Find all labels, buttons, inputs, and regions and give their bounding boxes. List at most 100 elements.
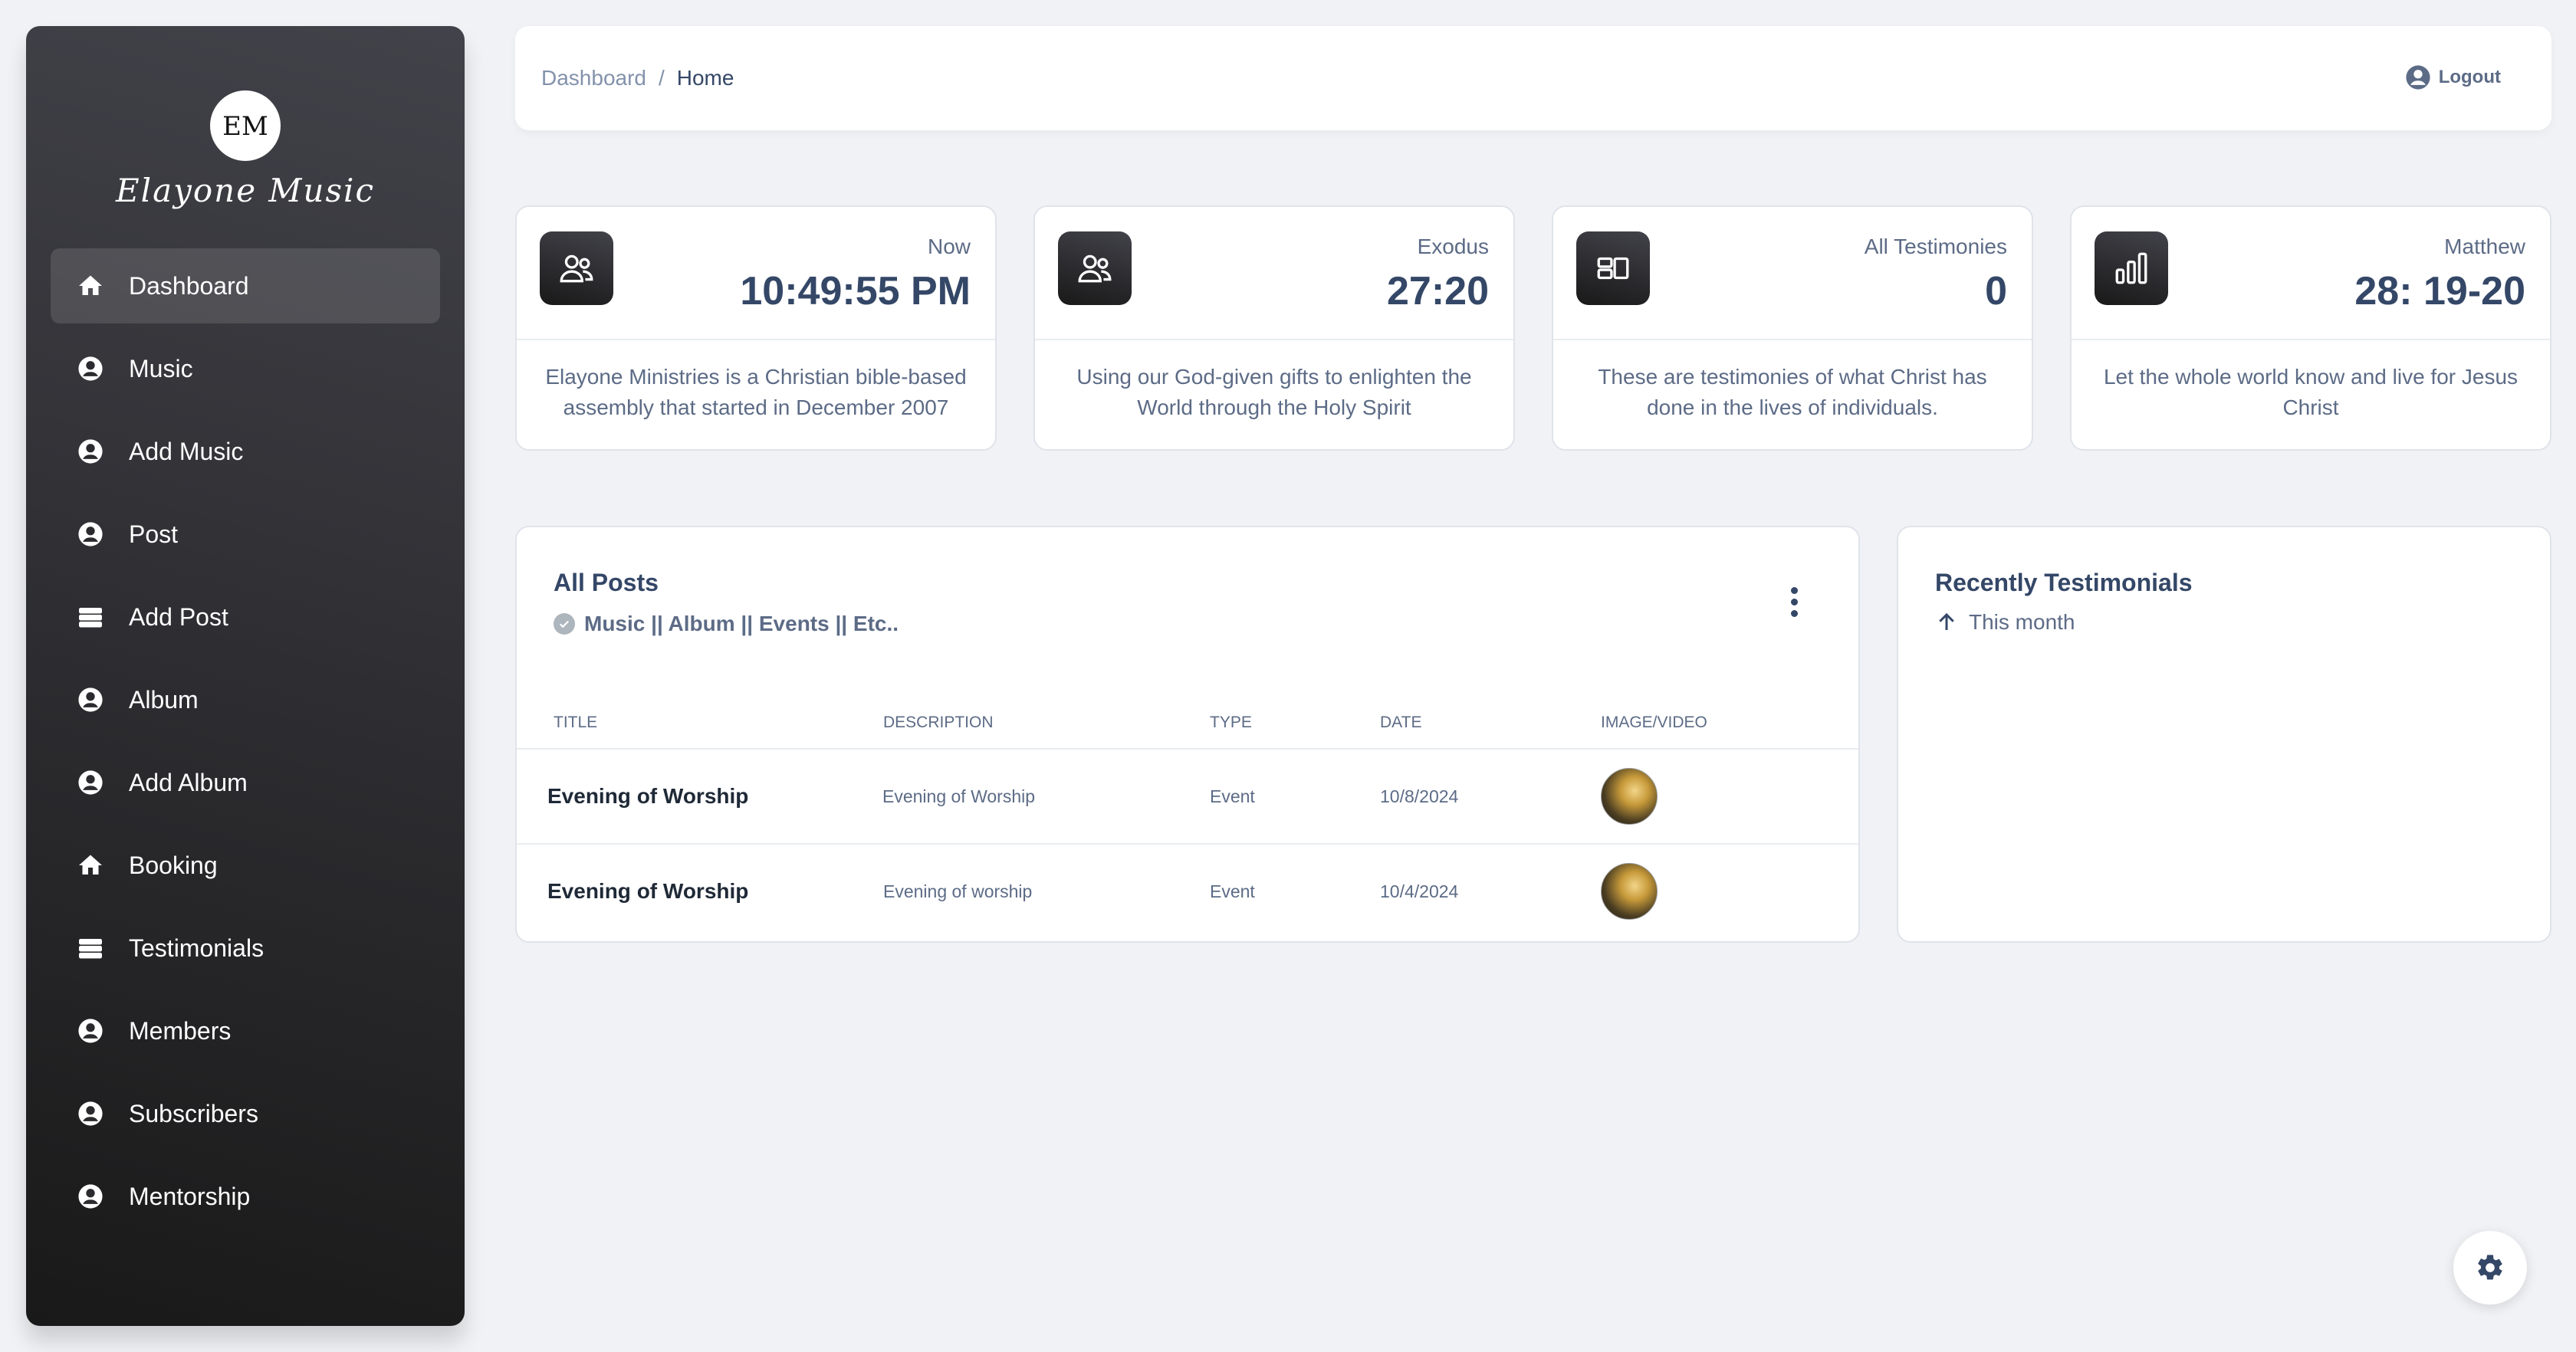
table-header-row: TITLE DESCRIPTION TYPE DATE IMAGE/VIDEO xyxy=(517,697,1858,750)
breadcrumb-parent[interactable]: Dashboard xyxy=(541,66,646,90)
logout-label: Logout xyxy=(2438,67,2501,87)
sidebar-item-add-album[interactable]: Add Album xyxy=(51,745,440,820)
post-description: Evening of worship xyxy=(883,881,1033,901)
stat-label: All Testimonies xyxy=(1864,235,2007,258)
user-circle-icon xyxy=(75,353,106,384)
settings-button[interactable] xyxy=(2453,1231,2527,1304)
sidebar-item-label: Dashboard xyxy=(129,271,249,300)
sidebar-item-label: Add Album xyxy=(129,768,248,796)
sidebar-item-add-music[interactable]: Add Music xyxy=(51,414,440,489)
column-header: DESCRIPTION xyxy=(882,697,1209,750)
post-date: 10/4/2024 xyxy=(1380,881,1459,901)
sidebar-item-label: Music xyxy=(129,354,193,382)
user-circle-icon xyxy=(75,1181,106,1212)
sidebar-item-music[interactable]: Music xyxy=(51,331,440,406)
divider xyxy=(1553,339,2032,340)
posts-subtitle-text: Music || Album || Events || Etc.. xyxy=(584,612,899,635)
top-navbar: Dashboard / Home Logout xyxy=(515,26,2551,130)
stat-label: Exodus xyxy=(1417,235,1489,258)
brand-name: Elayone Music xyxy=(116,172,375,209)
post-thumbnail[interactable] xyxy=(1601,863,1658,920)
column-header: DATE xyxy=(1379,697,1600,750)
sidebar-item-testimonials[interactable]: Testimonials xyxy=(51,911,440,986)
divider xyxy=(517,339,995,340)
stat-description: Let the whole world know and live for Je… xyxy=(2103,365,2518,419)
post-media-cell xyxy=(1600,844,1858,938)
recent-testimonials-card: Recently Testimonials This month xyxy=(1897,526,2551,943)
user-circle-icon xyxy=(2406,65,2430,90)
bar-chart-icon xyxy=(2095,231,2168,305)
storage-icon xyxy=(75,933,106,963)
breadcrumb-current: Home xyxy=(676,66,734,90)
sidebar-item-label: Subscribers xyxy=(129,1099,258,1127)
gear-icon xyxy=(2478,1255,2502,1280)
posts-subtitle: Music || Album || Events || Etc.. xyxy=(554,612,899,636)
breadcrumb-separator: / xyxy=(658,66,665,90)
arrow-up-icon xyxy=(1939,612,1954,630)
sidebar: EM Elayone Music Dashboard Music Add Mus… xyxy=(26,26,465,1326)
user-circle-icon xyxy=(75,436,106,467)
sidebar-item-label: Testimonials xyxy=(129,934,264,962)
sidebar-item-label: Booking xyxy=(129,851,218,879)
post-type: Event xyxy=(1209,749,1379,845)
sidebar-item-album[interactable]: Album xyxy=(51,662,440,737)
logout-button[interactable]: Logout xyxy=(2405,64,2501,90)
post-date: 10/8/2024 xyxy=(1379,749,1600,845)
user-circle-icon xyxy=(75,684,106,715)
home-icon xyxy=(75,271,106,301)
sidebar-item-mentorship[interactable]: Mentorship xyxy=(51,1159,440,1234)
divider xyxy=(1035,339,1513,340)
sidebar-item-dashboard[interactable]: Dashboard xyxy=(51,248,440,323)
user-circle-icon xyxy=(75,1098,106,1129)
stat-value: 28: 19-20 xyxy=(2354,269,2525,313)
sidebar-item-add-post[interactable]: Add Post xyxy=(51,579,440,655)
sidebar-item-post[interactable]: Post xyxy=(51,497,440,572)
column-header: TITLE xyxy=(517,697,882,750)
sidebar-item-booking[interactable]: Booking xyxy=(51,828,440,903)
sidebar-item-label: Album xyxy=(129,685,199,714)
sidebar-nav: Dashboard Music Add Music Post Add Post xyxy=(51,248,440,1242)
post-media-cell xyxy=(1600,749,1858,845)
table-row[interactable]: Evening of Worship Evening of Worship Ev… xyxy=(517,749,1858,845)
column-header: IMAGE/VIDEO xyxy=(1600,697,1858,750)
layout-icon xyxy=(1576,231,1650,305)
stat-value: 10:49:55 PM xyxy=(740,269,971,313)
brand-logo: EM xyxy=(210,90,281,161)
testimonials-title: Recently Testimonials xyxy=(1935,569,2193,596)
testimonials-subtitle: This month xyxy=(1935,610,2075,635)
stat-label: Matthew xyxy=(2444,235,2525,258)
column-header: TYPE xyxy=(1209,697,1379,750)
all-posts-card: All Posts Music || Album || Events || Et… xyxy=(515,526,1860,943)
breadcrumb: Dashboard / Home xyxy=(541,66,734,90)
more-options-icon[interactable] xyxy=(1786,587,1802,621)
post-type: Event xyxy=(1210,881,1255,901)
post-thumbnail[interactable] xyxy=(1601,768,1658,825)
brand[interactable]: EM Elayone Music xyxy=(26,64,465,218)
stat-card-all-testimonies: All Testimonies 0 These are testimonies … xyxy=(1552,205,2033,451)
check-circle-icon xyxy=(554,613,575,635)
posts-table: TITLE DESCRIPTION TYPE DATE IMAGE/VIDEO … xyxy=(517,697,1858,938)
sidebar-item-label: Add Music xyxy=(129,437,244,465)
stat-description: Elayone Ministries is a Christian bible-… xyxy=(545,365,967,419)
stat-card-exodus: Exodus 27:20 Using our God-given gifts t… xyxy=(1033,205,1515,451)
user-circle-icon xyxy=(75,519,106,550)
table-row[interactable]: Evening of Worship Evening of worship Ev… xyxy=(517,844,1858,938)
post-title: Evening of Worship xyxy=(547,879,749,903)
home-icon xyxy=(75,850,106,881)
users-icon xyxy=(1058,231,1132,305)
user-circle-icon xyxy=(75,1016,106,1046)
post-description: Evening of Worship xyxy=(882,749,1209,845)
sidebar-item-members[interactable]: Members xyxy=(51,993,440,1068)
stat-value: 0 xyxy=(1985,269,2007,313)
stat-description: Using our God-given gifts to enlighten t… xyxy=(1076,365,1472,419)
sidebar-item-subscribers[interactable]: Subscribers xyxy=(51,1076,440,1151)
stat-card-matthew: Matthew 28: 19-20 Let the whole world kn… xyxy=(2070,205,2551,451)
storage-icon xyxy=(75,602,106,632)
testimonials-subtitle-text: This month xyxy=(1969,610,2075,634)
user-circle-icon xyxy=(75,767,106,798)
posts-title: All Posts xyxy=(554,569,659,596)
stat-card-now: Now 10:49:55 PM Elayone Ministries is a … xyxy=(515,205,997,451)
sidebar-item-label: Members xyxy=(129,1016,232,1045)
sidebar-item-label: Mentorship xyxy=(129,1182,251,1210)
stat-description: These are testimonies of what Christ has… xyxy=(1598,365,1987,419)
